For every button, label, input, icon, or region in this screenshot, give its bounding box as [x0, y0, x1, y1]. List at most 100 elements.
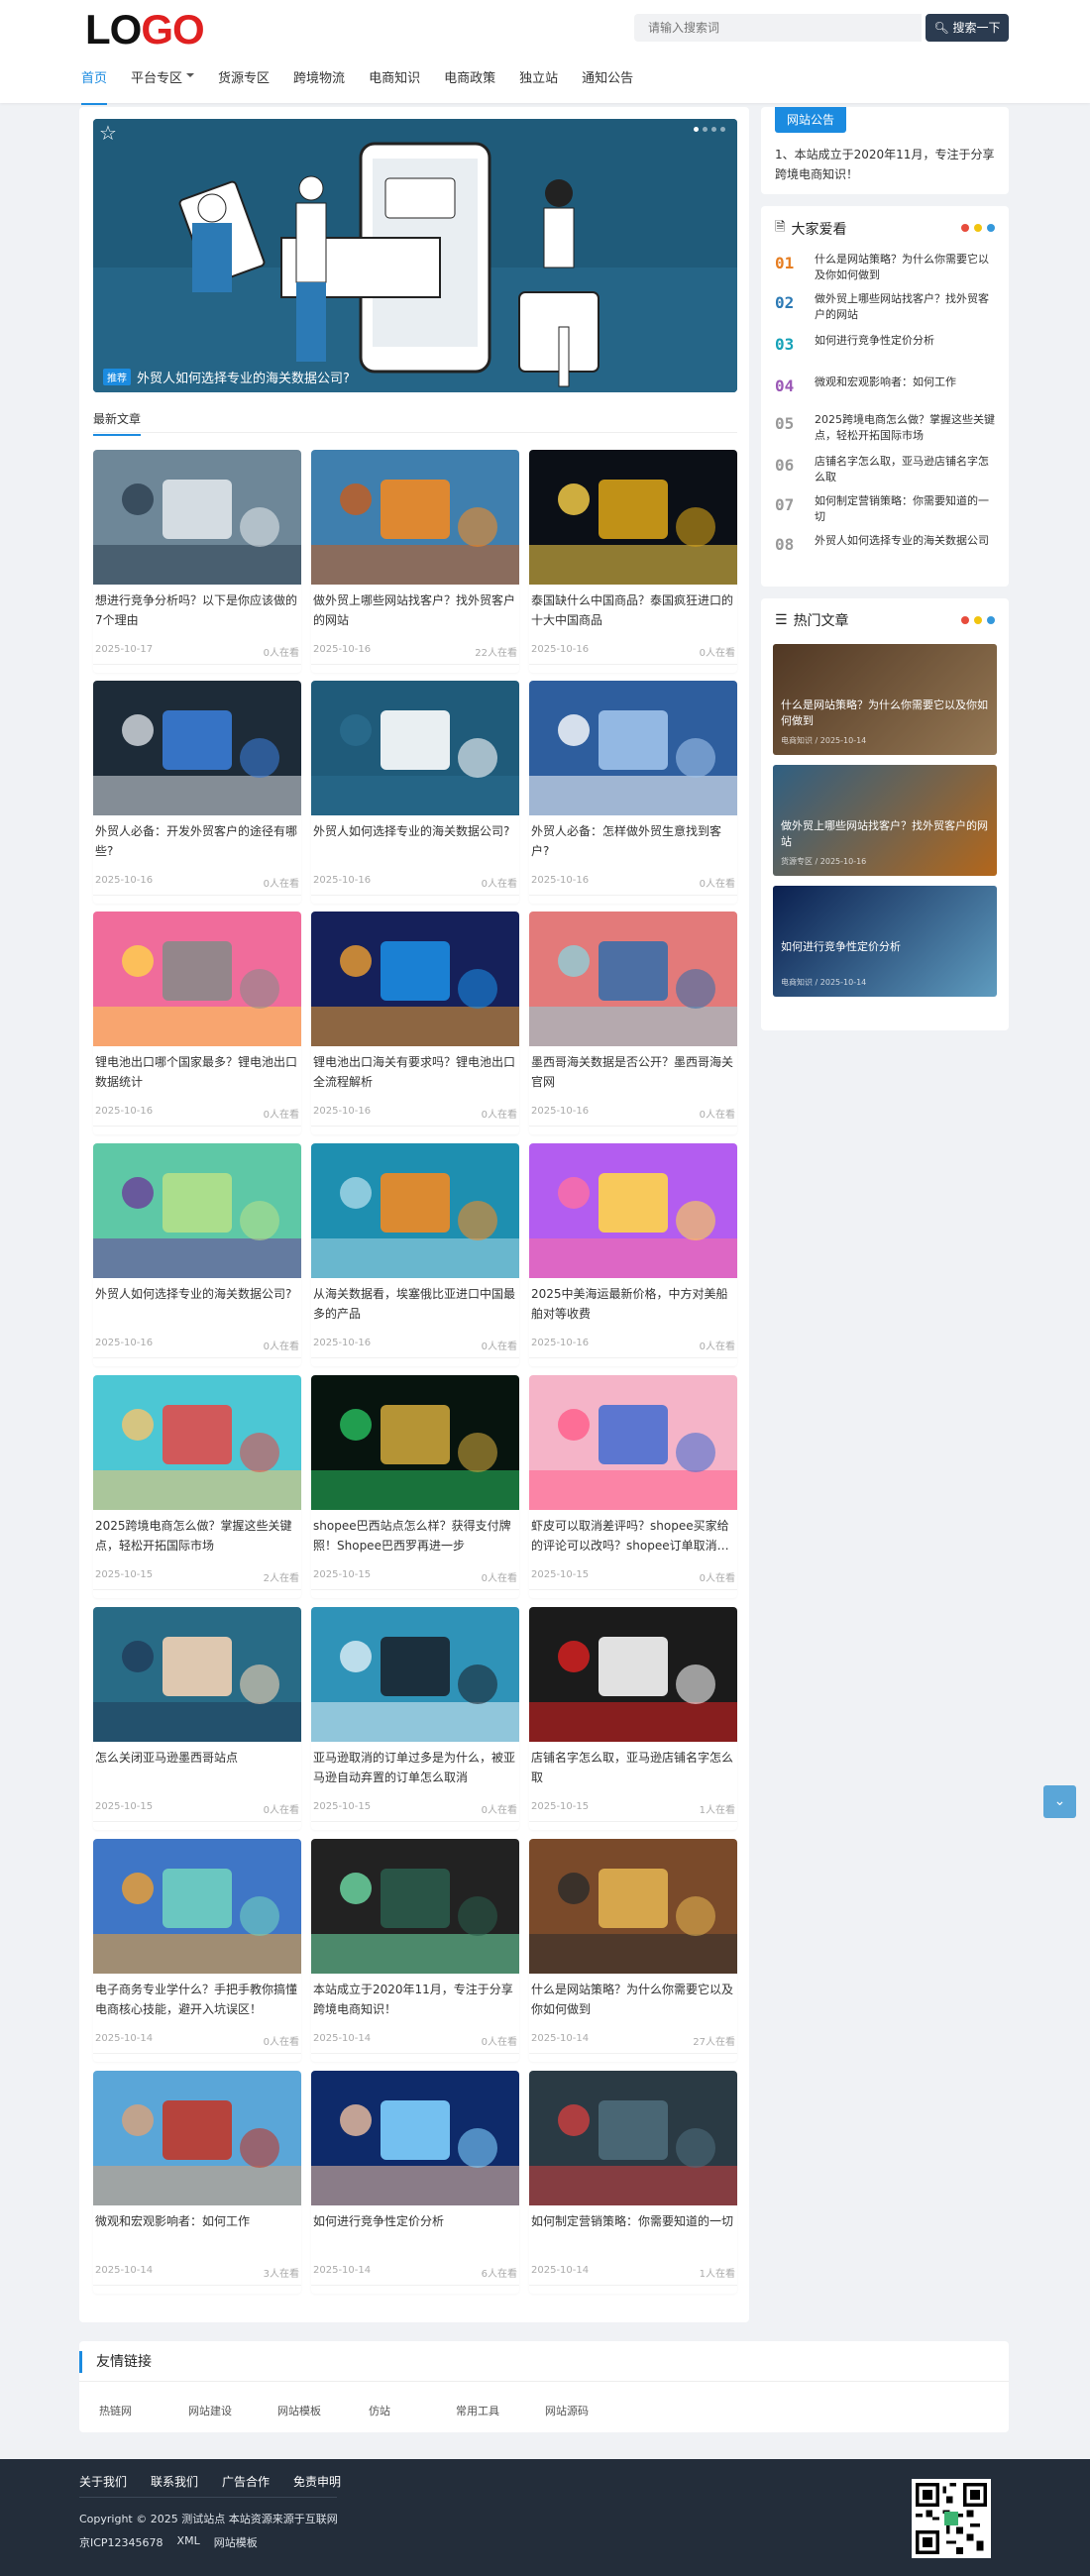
- article-title[interactable]: 墨西哥海关数据是否公开？墨西哥海关官网: [531, 1052, 733, 1092]
- article-card[interactable]: 店铺名字怎么取，亚马逊店铺名字怎么取 2025-10-15 1人在看: [529, 1607, 737, 1830]
- search-input[interactable]: [634, 14, 922, 42]
- slider-caption[interactable]: 推荐 外贸人如何选择专业的海关数据公司?: [103, 368, 350, 386]
- article-thumbnail[interactable]: [529, 1607, 737, 1742]
- article-card[interactable]: 墨西哥海关数据是否公开？墨西哥海关官网 2025-10-16 0人在看: [529, 912, 737, 1134]
- article-thumbnail[interactable]: [93, 1375, 301, 1510]
- slider-dots[interactable]: [694, 127, 725, 132]
- article-card[interactable]: 如何制定营销策略：你需要知道的一切 2025-10-14 1人在看: [529, 2071, 737, 2294]
- article-title[interactable]: 电子商务专业学什么？手把手教你搞懂电商核心技能，避开入坑误区！: [95, 1980, 297, 2019]
- article-thumbnail[interactable]: [311, 2071, 519, 2205]
- article-title[interactable]: 2025中美海运最新价格，中方对美船舶对等收费: [531, 1284, 733, 1324]
- article-thumbnail[interactable]: [93, 681, 301, 815]
- article-thumbnail[interactable]: [311, 681, 519, 815]
- footer-nav-link[interactable]: 免责申明: [293, 2473, 341, 2490]
- sitemap-link[interactable]: 网站模板: [214, 2534, 258, 2550]
- article-thumbnail[interactable]: [93, 912, 301, 1046]
- article-card[interactable]: 锂电池出口海关有要求吗？锂电池出口全流程解析 2025-10-16 0人在看: [311, 912, 519, 1134]
- icp-link[interactable]: 京ICP12345678: [79, 2534, 164, 2550]
- article-thumbnail[interactable]: [93, 450, 301, 585]
- xml-link[interactable]: XML: [177, 2534, 200, 2550]
- article-thumbnail[interactable]: [529, 912, 737, 1046]
- friend-link[interactable]: 常用工具: [456, 2403, 499, 2418]
- article-thumbnail[interactable]: [311, 450, 519, 585]
- back-to-top-button[interactable]: ⌄: [1043, 1785, 1076, 1818]
- footer-nav-link[interactable]: 广告合作: [222, 2473, 270, 2490]
- article-card[interactable]: 亚马逊取消的订单过多是为什么，被亚马逊自动弃置的订单怎么取消 2025-10-15…: [311, 1607, 519, 1830]
- article-thumbnail[interactable]: [93, 1607, 301, 1742]
- hot-article-card[interactable]: 如何进行竞争性定价分析 电商知识 / 2025-10-14: [773, 886, 997, 997]
- article-thumbnail[interactable]: [311, 1375, 519, 1510]
- article-title[interactable]: 亚马逊取消的订单过多是为什么，被亚马逊自动弃置的订单怎么取消: [313, 1748, 515, 1787]
- article-card[interactable]: 如何进行竞争性定价分析 2025-10-14 6人在看: [311, 2071, 519, 2294]
- article-title[interactable]: 锂电池出口海关有要求吗？锂电池出口全流程解析: [313, 1052, 515, 1092]
- article-title[interactable]: 泰国缺什么中国商品？泰国疯狂进口的十大中国商品: [531, 590, 733, 630]
- article-title[interactable]: 店铺名字怎么取，亚马逊店铺名字怎么取: [531, 1748, 733, 1787]
- article-title[interactable]: 如何进行竞争性定价分析: [313, 2211, 515, 2251]
- article-thumbnail[interactable]: [529, 681, 737, 815]
- article-card[interactable]: 微观和宏观影响者：如何工作 2025-10-14 3人在看: [93, 2071, 301, 2294]
- article-card[interactable]: 外贸人必备：开发外贸客户的途径有哪些? 2025-10-16 0人在看: [93, 681, 301, 904]
- article-card[interactable]: 外贸人如何选择专业的海关数据公司? 2025-10-16 0人在看: [93, 1143, 301, 1366]
- article-card[interactable]: 做外贸上哪些网站找客户？找外贸客户的网站 2025-10-16 22人在看: [311, 450, 519, 673]
- notice-text[interactable]: 1、本站成立于2020年11月，专注于分享跨境电商知识！: [775, 145, 995, 184]
- article-card[interactable]: 想进行竞争分析吗？以下是你应该做的7个理由 2025-10-17 0人在看: [93, 450, 301, 673]
- article-thumbnail[interactable]: [529, 1839, 737, 1974]
- nav-item[interactable]: 首页: [69, 59, 119, 105]
- nav-item[interactable]: 通知公告: [570, 59, 645, 103]
- article-title[interactable]: 外贸人如何选择专业的海关数据公司?: [95, 1284, 297, 1324]
- friend-link[interactable]: 网站源码: [545, 2403, 589, 2418]
- nav-item[interactable]: 跨境物流: [281, 59, 357, 103]
- article-card[interactable]: 从海关数据看，埃塞俄比亚进口中国最多的产品 2025-10-16 0人在看: [311, 1143, 519, 1366]
- article-thumbnail[interactable]: [529, 450, 737, 585]
- article-card[interactable]: 泰国缺什么中国商品？泰国疯狂进口的十大中国商品 2025-10-16 0人在看: [529, 450, 737, 673]
- article-title[interactable]: 怎么关闭亚马逊墨西哥站点: [95, 1748, 297, 1787]
- article-thumbnail[interactable]: [529, 1143, 737, 1278]
- article-title[interactable]: 想进行竞争分析吗？以下是你应该做的7个理由: [95, 590, 297, 630]
- article-card[interactable]: 虾皮可以取消差评吗？shopee买家给的评论可以改吗？shopee订单取消… 20…: [529, 1375, 737, 1598]
- article-title[interactable]: 什么是网站策略？为什么你需要它以及你如何做到: [531, 1980, 733, 2019]
- footer-nav-link[interactable]: 关于我们: [79, 2473, 127, 2490]
- article-thumbnail[interactable]: [93, 1143, 301, 1278]
- article-thumbnail[interactable]: [311, 1839, 519, 1974]
- article-title[interactable]: 从海关数据看，埃塞俄比亚进口中国最多的产品: [313, 1284, 515, 1324]
- hot-article-card[interactable]: 什么是网站策略？为什么你需要它以及你如何做到 电商知识 / 2025-10-14: [773, 644, 997, 755]
- notice-tab[interactable]: 网站公告: [775, 107, 846, 133]
- article-title[interactable]: 如何制定营销策略：你需要知道的一切: [531, 2211, 733, 2251]
- nav-item[interactable]: 电商政策: [432, 59, 507, 103]
- nav-item[interactable]: 平台专区: [119, 59, 206, 103]
- article-title[interactable]: 锂电池出口哪个国家最多？锂电池出口数据统计: [95, 1052, 297, 1092]
- article-thumbnail[interactable]: [529, 1375, 737, 1510]
- article-thumbnail[interactable]: [93, 2071, 301, 2205]
- friend-link[interactable]: 仿站: [369, 2403, 390, 2418]
- nav-item[interactable]: 货源专区: [206, 59, 281, 103]
- search-button[interactable]: 🔍︎ 搜索一下: [926, 14, 1009, 42]
- friend-link[interactable]: 网站建设: [188, 2403, 232, 2418]
- article-title[interactable]: 微观和宏观影响者：如何工作: [95, 2211, 297, 2251]
- friend-link[interactable]: 网站模板: [277, 2403, 321, 2418]
- article-card[interactable]: 外贸人必备：怎样做外贸生意找到客户? 2025-10-16 0人在看: [529, 681, 737, 904]
- article-card[interactable]: 怎么关闭亚马逊墨西哥站点 2025-10-15 0人在看: [93, 1607, 301, 1830]
- article-title[interactable]: 2025跨境电商怎么做？掌握这些关键点，轻松开拓国际市场: [95, 1516, 297, 1556]
- article-card[interactable]: 什么是网站策略？为什么你需要它以及你如何做到 2025-10-14 27人在看: [529, 1839, 737, 2062]
- article-title[interactable]: 外贸人如何选择专业的海关数据公司?: [313, 821, 515, 861]
- article-card[interactable]: 电子商务专业学什么？手把手教你搞懂电商核心技能，避开入坑误区！ 2025-10-1…: [93, 1839, 301, 2062]
- article-card[interactable]: 锂电池出口哪个国家最多？锂电池出口数据统计 2025-10-16 0人在看: [93, 912, 301, 1134]
- footer-nav-link[interactable]: 联系我们: [151, 2473, 198, 2490]
- featured-slider[interactable]: ☆ 推荐 外贸人如何选择专业的海关数据公司?: [93, 119, 737, 392]
- article-title[interactable]: shopee巴西站点怎么样？获得支付牌照！Shopee巴西罗再进一步: [313, 1516, 515, 1556]
- site-logo[interactable]: LOGO: [85, 9, 205, 51]
- article-title[interactable]: 外贸人必备：开发外贸客户的途径有哪些?: [95, 821, 297, 861]
- article-card[interactable]: 2025中美海运最新价格，中方对美船舶对等收费 2025-10-16 0人在看: [529, 1143, 737, 1366]
- nav-item[interactable]: 独立站: [507, 59, 570, 103]
- article-title[interactable]: 外贸人必备：怎样做外贸生意找到客户?: [531, 821, 733, 861]
- nav-item[interactable]: 电商知识: [357, 59, 432, 103]
- article-card[interactable]: 外贸人如何选择专业的海关数据公司? 2025-10-16 0人在看: [311, 681, 519, 904]
- article-title[interactable]: 虾皮可以取消差评吗？shopee买家给的评论可以改吗？shopee订单取消…: [531, 1516, 733, 1556]
- article-title[interactable]: 本站成立于2020年11月，专注于分享跨境电商知识！: [313, 1980, 515, 2019]
- article-card[interactable]: shopee巴西站点怎么样？获得支付牌照！Shopee巴西罗再进一步 2025-1…: [311, 1375, 519, 1598]
- article-thumbnail[interactable]: [311, 1143, 519, 1278]
- article-thumbnail[interactable]: [529, 2071, 737, 2205]
- friend-link[interactable]: 热链网: [99, 2403, 132, 2418]
- article-title[interactable]: 做外贸上哪些网站找客户？找外贸客户的网站: [313, 590, 515, 630]
- hot-article-card[interactable]: 做外贸上哪些网站找客户？找外贸客户的网站 货源专区 / 2025-10-16: [773, 765, 997, 876]
